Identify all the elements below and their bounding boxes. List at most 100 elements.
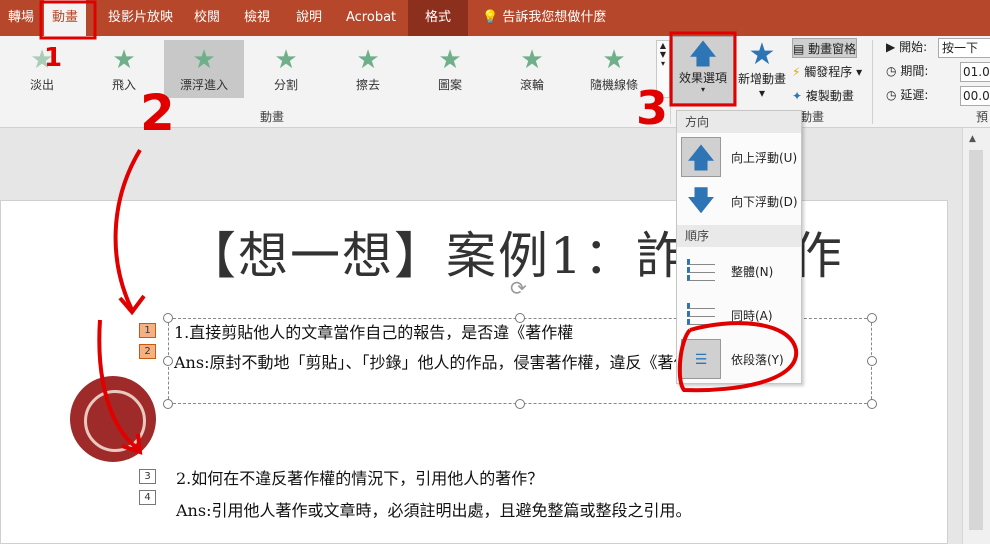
divider <box>872 40 873 124</box>
tell-me-text: 告訴我您想做什麼 <box>502 10 607 25</box>
menu-item-as-one-object[interactable]: 整體(N) <box>679 249 799 295</box>
float-in-star-icon: ★ <box>192 45 216 75</box>
animation-pane-button[interactable]: ▤ 動畫窗格 <box>792 38 858 58</box>
gallery-more-button[interactable]: ▲ ▼ ▾ <box>656 40 670 98</box>
arrow-up-icon: 🡅 <box>688 37 718 70</box>
all-at-once-icon <box>687 303 715 327</box>
timing-duration-label: ◷ 期間: <box>886 60 928 82</box>
menu-item-label: 整體(N) <box>731 265 774 279</box>
effect-options-menu: 方向 🡅 向上浮動(U) 🡇 向下浮動(D) 順序 整體(N) 同時(A) ☰ … <box>676 110 802 384</box>
lightbulb-icon: 💡 <box>482 10 499 25</box>
tab-help[interactable]: 說明 <box>288 0 330 36</box>
tab-format[interactable]: 格式 <box>408 0 468 36</box>
animation-order-tag[interactable]: 2 <box>139 344 156 359</box>
tab-animations[interactable]: 動畫 <box>44 0 87 36</box>
fly-in-star-icon: ★ <box>112 45 136 75</box>
animation-label: 圖案 <box>437 78 462 92</box>
clock-icon: ◷ <box>886 88 897 102</box>
add-animation-button[interactable]: ★ 新增動畫 ▾ <box>736 38 788 102</box>
resize-handle[interactable] <box>867 356 877 366</box>
add-animation-label: 新增動畫 <box>737 72 786 86</box>
tab-review[interactable]: 校閱 <box>186 0 228 36</box>
animation-wipe[interactable]: ★ 擦去 <box>328 40 408 98</box>
menu-section-direction: 方向 <box>677 111 801 133</box>
animation-order-tag[interactable]: 1 <box>139 323 156 338</box>
animation-order-tag[interactable]: 3 <box>139 469 156 484</box>
animation-painter-button[interactable]: ✦ 複製動畫 <box>792 86 854 106</box>
menu-section-sequence: 順序 <box>677 225 801 247</box>
resize-handle[interactable] <box>515 399 525 409</box>
animation-wheel[interactable]: ★ 滾輪 <box>492 40 572 98</box>
animation-fly-in[interactable]: ★ 飛入 <box>84 40 164 98</box>
question-2: 2.如何在不違反著作權的情況下，引用他人的著作？ <box>176 469 544 488</box>
chevron-down-icon: ▾ <box>758 86 766 100</box>
lightning-icon: ⚡ <box>792 65 801 79</box>
animation-float-in[interactable]: ★ 漂浮進入 <box>164 40 244 98</box>
animation-label: 漂浮進入 <box>179 78 228 92</box>
scroll-up-icon[interactable]: ▲ <box>969 134 976 144</box>
timing-start-label: ▶ 開始: <box>886 36 927 58</box>
animation-order-tag[interactable]: 4 <box>139 490 156 505</box>
as-one-object-icon <box>687 259 715 283</box>
animation-label: 淡出 <box>29 78 54 92</box>
animation-random-bars[interactable]: ★ 隨機線條 <box>574 40 654 98</box>
trigger-button[interactable]: ⚡ 觸發程序 ▾ <box>792 62 862 82</box>
timing-delay-label: ◷ 延遲: <box>886 84 928 106</box>
resize-handle[interactable] <box>163 356 173 366</box>
menu-item-float-down[interactable]: 🡇 向下浮動(D) <box>679 179 799 225</box>
animation-painter-label: 複製動畫 <box>805 89 854 103</box>
rotate-handle-icon[interactable]: ⟳ <box>510 276 527 300</box>
delay-input[interactable]: 00.00 <box>960 86 990 106</box>
effect-options-button[interactable]: 🡅 效果選項 ▾ <box>672 36 734 104</box>
fade-star-icon: ★ <box>30 45 54 75</box>
tab-acrobat[interactable]: Acrobat <box>338 0 404 36</box>
play-icon: ▶ <box>886 40 896 54</box>
start-select[interactable]: 按一下 <box>938 38 990 58</box>
menu-item-label: 向上浮動(U) <box>731 151 798 165</box>
tab-slideshow[interactable]: 投影片放映 <box>100 0 181 36</box>
ribbon: ★ 淡出 ★ 飛入 ★ 漂浮進入 ★ 分割 ★ 擦去 ★ 圖案 ★ 滾輪 ★ 隨… <box>0 36 990 128</box>
wipe-star-icon: ★ <box>356 45 380 75</box>
menu-item-label: 向下浮動(D) <box>731 195 798 209</box>
pane-icon: ▤ <box>793 42 805 56</box>
by-paragraph-icon: ☰ <box>681 339 721 379</box>
animation-label: 滾輪 <box>519 78 544 92</box>
divider <box>670 40 671 124</box>
resize-handle[interactable] <box>163 313 173 323</box>
resize-handle[interactable] <box>867 399 877 409</box>
effect-options-label: 效果選項 <box>678 71 727 85</box>
clock-icon: ◷ <box>886 64 897 78</box>
split-star-icon: ★ <box>274 45 298 75</box>
menu-item-label: 依段落(Y) <box>731 353 784 367</box>
tell-me-search[interactable]: 💡 告訴我您想做什麼 <box>482 0 606 36</box>
arrow-up-icon: 🡅 <box>681 137 721 177</box>
shape-star-icon: ★ <box>438 45 462 75</box>
ribbon-tab-bar: 轉場 動畫 投影片放映 校閱 檢視 說明 Acrobat 格式 💡 告訴我您想做… <box>0 0 990 36</box>
duration-input[interactable]: 01.00 <box>960 62 990 82</box>
animation-shape[interactable]: ★ 圖案 <box>410 40 490 98</box>
scroll-thumb[interactable] <box>969 150 983 530</box>
tab-view[interactable]: 檢視 <box>236 0 278 36</box>
tab-transitions[interactable]: 轉場 <box>0 0 42 36</box>
vertical-scrollbar[interactable]: ▲ <box>962 128 990 544</box>
animation-label: 分割 <box>273 78 298 92</box>
random-bars-star-icon: ★ <box>602 45 626 75</box>
delay-label-text: 延遲: <box>900 88 929 102</box>
animation-label: 隨機線條 <box>589 78 638 92</box>
animation-fade[interactable]: ★ 淡出 <box>2 40 82 98</box>
add-star-icon: ★ <box>748 37 776 72</box>
resize-handle[interactable] <box>163 399 173 409</box>
group-label-timing: 預 <box>976 110 989 124</box>
painter-icon: ✦ <box>792 89 803 103</box>
textbox-question-2[interactable]: 2.如何在不違反著作權的情況下，引用他人的著作？ Ans:引用他人著作或文章時，… <box>176 468 866 532</box>
chevron-down-icon: ▾ <box>700 85 705 94</box>
menu-item-all-at-once[interactable]: 同時(A) <box>679 293 799 339</box>
chevron-down-icon: ▾ <box>856 65 863 79</box>
menu-item-by-paragraph[interactable]: ☰ 依段落(Y) <box>679 337 799 383</box>
resize-handle[interactable] <box>867 313 877 323</box>
menu-item-float-up[interactable]: 🡅 向上浮動(U) <box>679 135 799 181</box>
start-label-text: 開始: <box>899 40 928 54</box>
wheel-star-icon: ★ <box>520 45 544 75</box>
group-label-animation: 動畫 <box>260 110 285 124</box>
animation-split[interactable]: ★ 分割 <box>246 40 326 98</box>
